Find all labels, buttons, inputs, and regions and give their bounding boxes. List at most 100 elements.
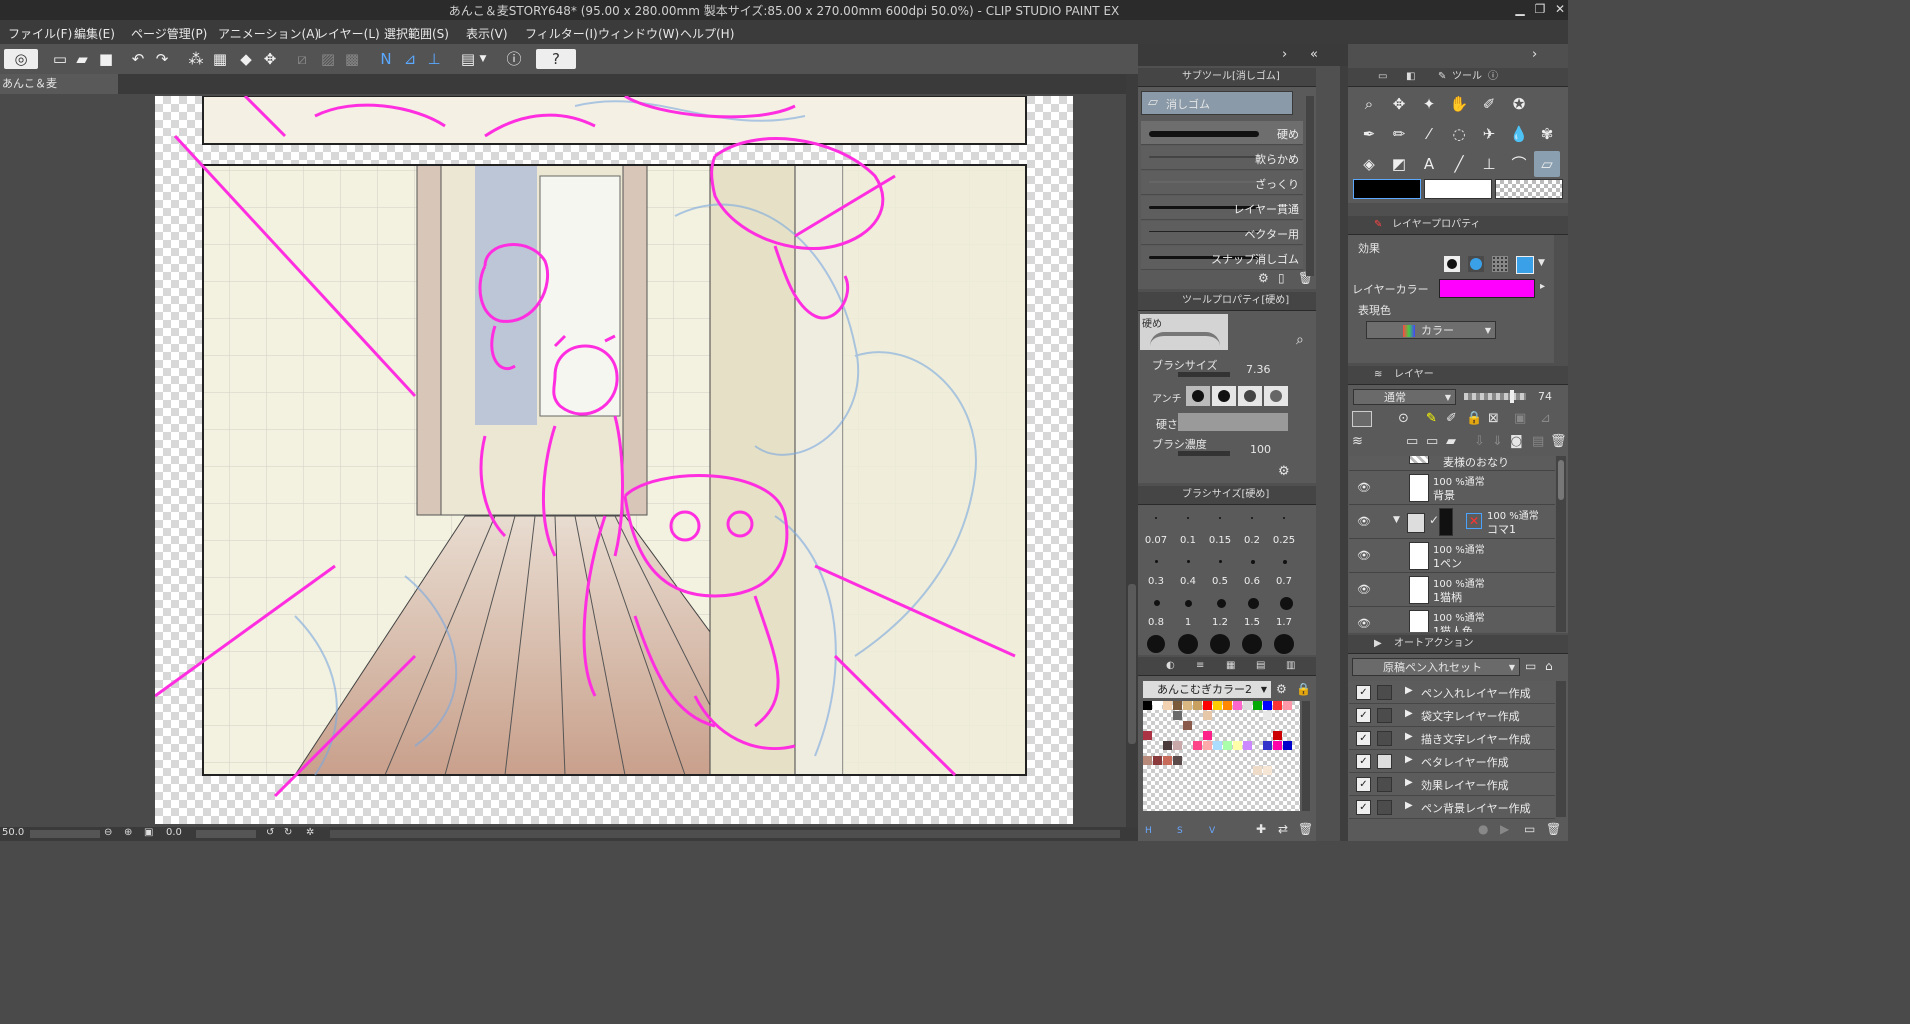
gradient-tool-icon[interactable]: ◩ xyxy=(1386,151,1412,177)
replace-color-icon[interactable]: ⇄ xyxy=(1278,822,1288,836)
lasso-tool-icon[interactable]: ◌ xyxy=(1446,121,1472,147)
help-icon[interactable]: ? xyxy=(536,49,576,69)
value-mode-tab[interactable]: V xyxy=(1209,826,1215,836)
figure-tool-icon[interactable]: ╱ xyxy=(1446,151,1472,177)
rotate-right-icon[interactable]: ↻ xyxy=(284,827,292,838)
action-dialog-toggle[interactable] xyxy=(1377,708,1392,723)
delete-action-icon[interactable]: 🗑 xyxy=(1546,822,1561,836)
menu-animation[interactable]: アニメーション(A) xyxy=(218,25,319,42)
subtool-scrollbar[interactable] xyxy=(1306,96,1314,276)
subtool-hard[interactable]: 硬め xyxy=(1141,121,1303,145)
layer-expression-icon[interactable] xyxy=(1352,411,1372,427)
layer-row[interactable]: 👁 100 %通常 1猫人色 xyxy=(1349,607,1555,632)
eye-icon[interactable]: 👁 xyxy=(1357,617,1371,630)
menu-layer[interactable]: レイヤー(L) xyxy=(316,25,380,42)
maximize-button[interactable]: ❐ xyxy=(1530,2,1550,17)
layer-color-effect-icon[interactable] xyxy=(1516,256,1534,274)
angle-value[interactable]: 0.0 xyxy=(166,827,182,838)
rotate-left-icon[interactable]: ↺ xyxy=(266,827,274,838)
action-dialog-toggle[interactable] xyxy=(1377,731,1392,746)
expand-action-icon[interactable]: ▶ xyxy=(1405,685,1413,696)
fill-selection-icon[interactable]: ▦ xyxy=(210,49,230,69)
canvas-horizontal-scrollbar[interactable] xyxy=(330,830,1120,838)
expand-action-icon[interactable]: ▶ xyxy=(1405,708,1413,719)
border-effect-icon[interactable] xyxy=(1444,256,1460,272)
expand-action-icon[interactable]: ▶ xyxy=(1405,754,1413,765)
color-set-lock-icon[interactable]: 🔒 xyxy=(1296,682,1311,696)
layer-row[interactable]: 👁 100 %通常 1ペン xyxy=(1349,539,1555,573)
pen-tab-icon[interactable]: ✎ xyxy=(1438,68,1446,86)
menu-selection[interactable]: 選択範囲(S) xyxy=(384,25,449,42)
action-dialog-toggle[interactable] xyxy=(1377,777,1392,792)
brush-size-slider[interactable] xyxy=(1178,372,1230,377)
antialias-medium[interactable] xyxy=(1238,386,1262,406)
close-button[interactable]: ✕ xyxy=(1550,2,1570,17)
save-icon[interactable]: ■ xyxy=(96,49,116,69)
layer-row[interactable]: 👁 100 %通常 背景 xyxy=(1349,471,1555,505)
auto-action-item[interactable]: ✓ ▶ ベタレイヤー作成 xyxy=(1349,750,1555,773)
zoom-out-icon[interactable]: ⊖ xyxy=(104,827,112,838)
zoom-value[interactable]: 50.0 xyxy=(2,827,24,838)
eye-icon[interactable]: 👁 xyxy=(1357,549,1371,562)
mask-enable-icon[interactable]: ▣ xyxy=(1514,411,1526,426)
collapse-right-icon[interactable]: › xyxy=(1532,47,1537,62)
menu-window[interactable]: ウィンドウ(W) xyxy=(598,25,679,42)
menu-help[interactable]: ヘルプ(H) xyxy=(680,25,734,42)
document-tab[interactable]: あんこ＆麦STORY648* ● xyxy=(0,74,118,110)
correct-line-tool-icon[interactable]: ⌒ xyxy=(1506,151,1532,177)
tone-effect-icon[interactable] xyxy=(1468,256,1484,272)
invert-selection-icon[interactable]: ▨ xyxy=(318,49,338,69)
select-tool-icon[interactable]: ✦ xyxy=(1416,91,1442,117)
brush-size-preset[interactable]: 1 xyxy=(1173,617,1203,628)
antialias-weak[interactable] xyxy=(1212,386,1236,406)
view-settings-icon[interactable]: ▤ xyxy=(458,49,478,69)
reset-rotation-icon[interactable]: ✲ xyxy=(306,827,314,838)
new-action-icon[interactable]: ▭ xyxy=(1524,822,1535,836)
pen-tool-icon[interactable]: ✒ xyxy=(1356,121,1382,147)
sub-view-tab-icon[interactable]: ◧ xyxy=(1406,68,1415,86)
delete-layer-icon[interactable]: 🗑 xyxy=(1550,434,1567,449)
snap-special-ruler-icon[interactable]: ⊿ xyxy=(400,49,420,69)
action-enabled-checkbox[interactable]: ✓ xyxy=(1356,777,1371,792)
canvas-vertical-scrollbar[interactable] xyxy=(1126,74,1138,827)
hardness-selector[interactable] xyxy=(1178,413,1288,431)
ruler-tool-icon[interactable]: ⊥ xyxy=(1476,151,1502,177)
blend-mode-dropdown[interactable]: 通常 ▼ xyxy=(1353,389,1456,405)
color-slider-tab-icon[interactable]: ≡ xyxy=(1196,657,1204,675)
new-raster-layer-icon[interactable]: ▭ xyxy=(1406,434,1418,449)
delete-color-icon[interactable]: 🗑 xyxy=(1298,822,1313,836)
fit-screen-icon[interactable]: ▣ xyxy=(144,827,153,838)
action-dialog-toggle[interactable] xyxy=(1377,800,1392,815)
blend-tool-icon[interactable]: 💧 xyxy=(1506,121,1532,147)
layer-row[interactable]: 麦様のおなり xyxy=(1349,456,1555,471)
auto-action-item[interactable]: ✓ ▶ 効果レイヤー作成 xyxy=(1349,773,1555,796)
color-set-scrollbar[interactable] xyxy=(1302,701,1310,811)
minimize-button[interactable]: ▁ xyxy=(1510,2,1530,17)
expand-action-icon[interactable]: ▶ xyxy=(1405,777,1413,788)
color-swatch-grid[interactable] xyxy=(1143,701,1300,811)
tool-settings-icon[interactable]: ⚙ xyxy=(1278,464,1290,479)
auto-action-item[interactable]: ✓ ▶ 描き文字レイヤー作成 xyxy=(1349,727,1555,750)
text-tool-icon[interactable]: A xyxy=(1416,151,1442,177)
zoom-in-icon[interactable]: ⊕ xyxy=(124,827,132,838)
expression-color-dropdown[interactable]: カラー ▼ xyxy=(1366,321,1496,339)
auto-action-item[interactable]: ✓ ▶ ペン入れレイヤー作成 xyxy=(1349,681,1555,704)
subtool-settings-icon[interactable]: ⚙ xyxy=(1258,271,1269,285)
brush-tool-icon[interactable]: ⁄ xyxy=(1416,121,1442,147)
color-set-settings-icon[interactable]: ⚙ xyxy=(1276,682,1287,696)
auto-action-set-dropdown[interactable]: 原稿ペン入れセット ▼ xyxy=(1352,658,1520,676)
auto-action-item[interactable]: ✓ ▶ 袋文字レイヤー作成 xyxy=(1349,704,1555,727)
antialias-strong[interactable] xyxy=(1264,386,1288,406)
brush-size-preset[interactable]: 0.5 xyxy=(1205,576,1235,587)
action-dialog-toggle[interactable] xyxy=(1377,754,1392,769)
intermediate-color-tab-icon[interactable]: ▤ xyxy=(1256,657,1265,675)
color-set-tab-icon[interactable]: ▦ xyxy=(1226,657,1235,675)
merge-down-icon[interactable]: ⇓ xyxy=(1492,434,1503,449)
eye-icon[interactable]: 👁 xyxy=(1357,515,1371,528)
apply-mask-icon[interactable]: ▤ xyxy=(1532,434,1544,449)
deselect-icon[interactable]: ⧄ xyxy=(292,49,312,69)
menu-view[interactable]: 表示(V) xyxy=(466,25,508,42)
move-tool-icon[interactable]: ✥ xyxy=(1386,91,1412,117)
scale-icon[interactable]: ✥ xyxy=(260,49,280,69)
menu-file[interactable]: ファイル(F) xyxy=(8,25,72,42)
